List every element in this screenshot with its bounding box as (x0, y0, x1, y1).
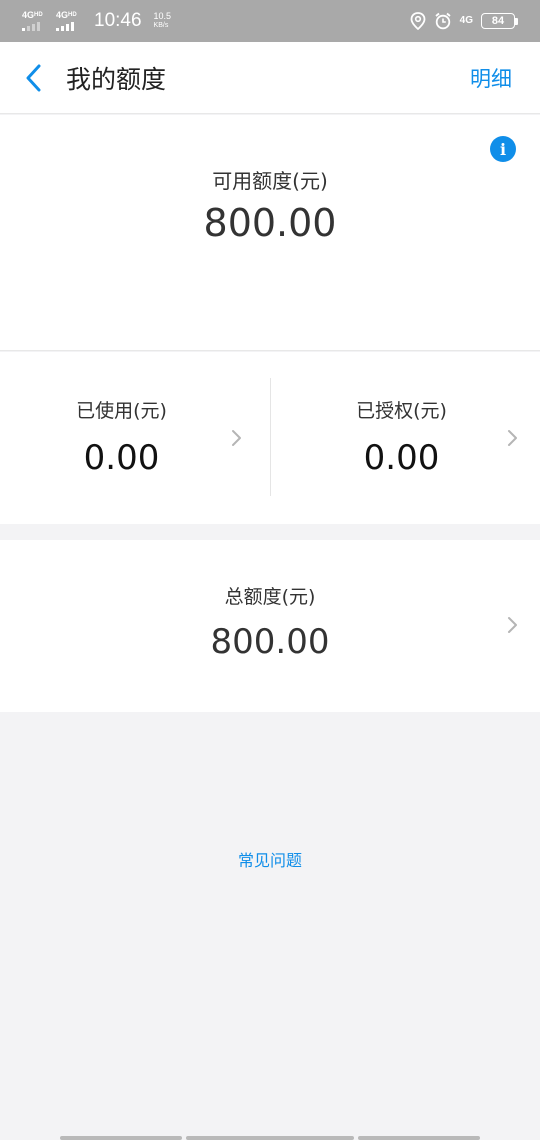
status-right: 4G 84 (410, 12, 518, 30)
authorized-credit-label: 已授权(元) (356, 400, 447, 422)
network-sup-label: HD (68, 12, 77, 18)
location-icon (410, 12, 426, 30)
used-credit-item[interactable]: 已使用(元) 0.00 (0, 352, 270, 524)
used-credit-value: 0.00 (83, 438, 160, 478)
chevron-right-icon (508, 430, 517, 446)
total-credit-value: 800.00 (210, 622, 330, 662)
signal-bars-icon (56, 21, 74, 31)
signal-sim2: 4GHD (56, 11, 84, 31)
authorized-credit-value: 0.00 (363, 438, 440, 478)
nav-header: 我的额度 明细 (0, 42, 540, 114)
back-button[interactable] (0, 42, 66, 114)
used-authorized-section: 已使用(元) 0.00 已授权(元) 0.00 (0, 352, 540, 524)
signal-sim1: 4GHD (22, 11, 50, 31)
available-credit-value: 800.00 (203, 201, 337, 245)
network-sup-label: HD (34, 12, 43, 18)
speed-value: 10.5 (153, 11, 172, 21)
status-bar: 4GHD 4GHD 10:46 10.5 KB/s 4G 84 (0, 0, 540, 42)
available-credit-label: 可用额度(元) (212, 169, 328, 193)
battery-level: 84 (481, 13, 515, 29)
bottom-edge (0, 1136, 540, 1140)
chevron-right-icon (508, 617, 517, 633)
faq-link[interactable]: 常见问题 (0, 847, 540, 871)
network-speed: 10.5 KB/s (154, 12, 172, 30)
faq-label[interactable]: 常见问题 (238, 851, 302, 870)
signal-bars-icon (22, 21, 40, 31)
used-credit-label: 已使用(元) (76, 400, 167, 422)
authorized-credit-item[interactable]: 已授权(元) 0.00 (270, 352, 540, 524)
info-icon[interactable]: i (490, 136, 516, 162)
total-credit-label: 总额度(元) (224, 586, 316, 608)
alarm-icon (435, 12, 451, 30)
page: 4GHD 4GHD 10:46 10.5 KB/s 4G 84 我的额度 明细 … (0, 0, 540, 1140)
available-credit-section: i 可用额度(元) 800.00 (0, 115, 540, 351)
back-arrow-icon (26, 64, 41, 91)
network-type-label: 4G (22, 10, 35, 20)
status-left: 4GHD 4GHD 10:46 10.5 KB/s (22, 10, 171, 32)
total-credit-item[interactable]: 总额度(元) 800.00 (0, 540, 540, 712)
network-4g-indicator: 4G (459, 15, 473, 26)
clock: 10:46 (94, 10, 142, 31)
network-type-label: 4G (56, 10, 69, 20)
detail-link[interactable]: 明细 (470, 63, 512, 93)
speed-unit: KB/s (153, 22, 169, 29)
page-title: 我的额度 (66, 64, 167, 94)
chevron-right-icon (232, 430, 241, 446)
battery-icon: 84 (481, 13, 518, 29)
